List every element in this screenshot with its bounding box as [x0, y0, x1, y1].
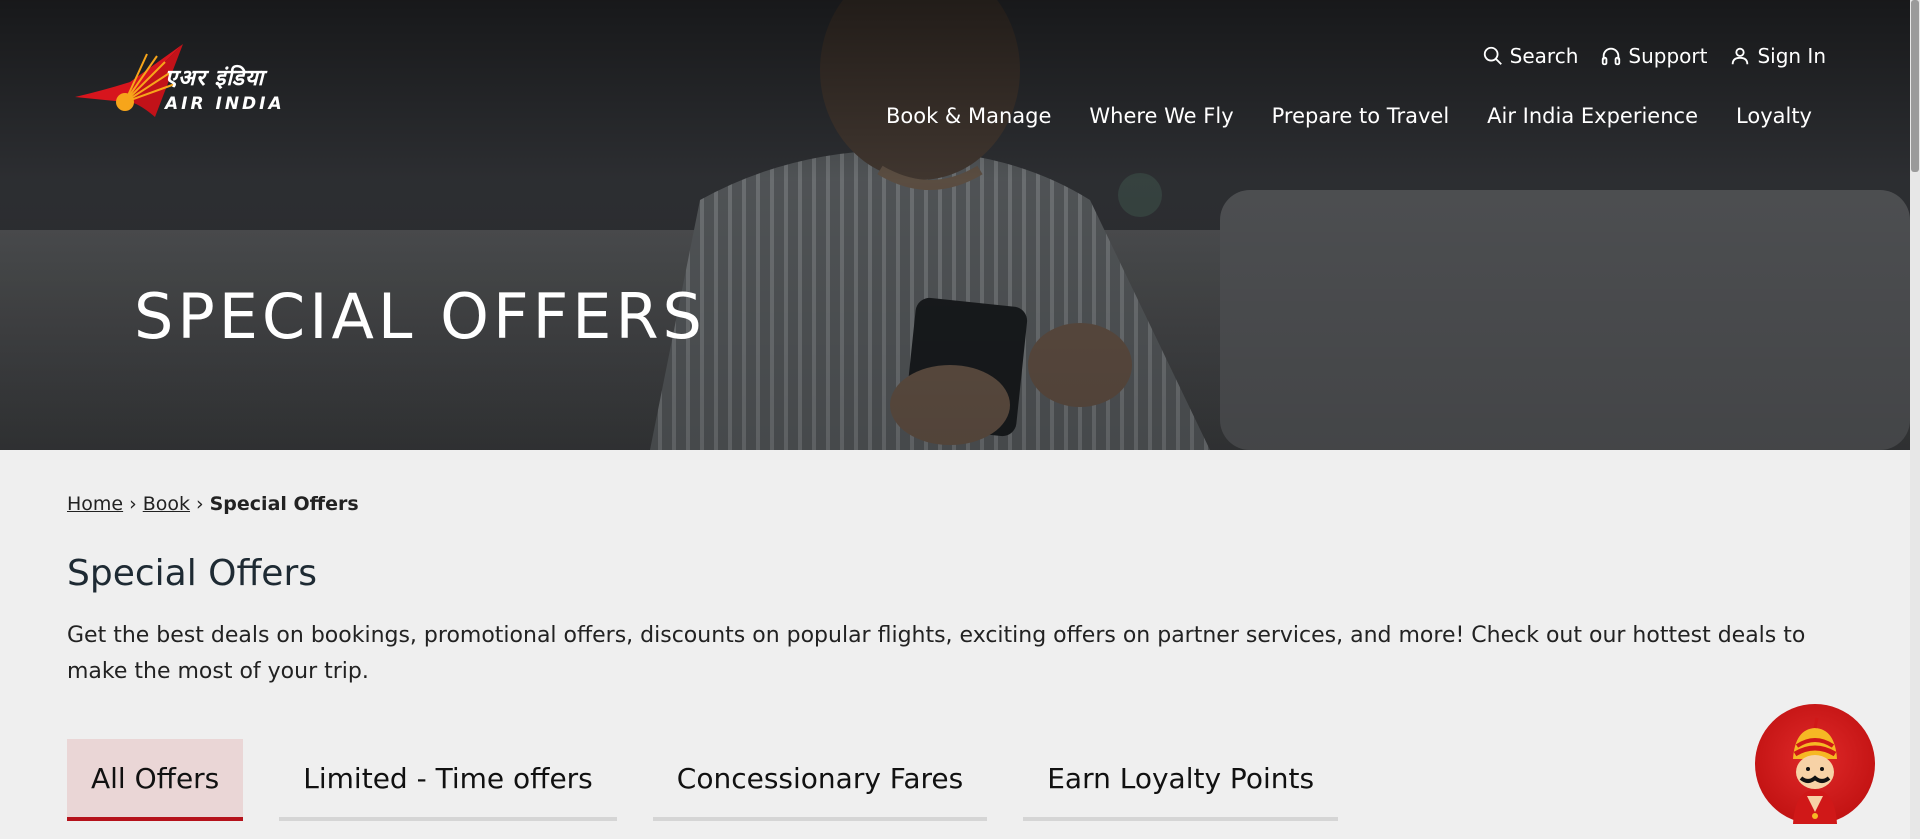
maharaja-mascot-icon: [1793, 717, 1837, 824]
search-label: Search: [1509, 44, 1579, 68]
user-icon: [1732, 47, 1749, 65]
breadcrumb-separator: ›: [129, 493, 137, 515]
utility-nav: Search Support Sign In: [1482, 44, 1826, 68]
breadcrumb-current: Special Offers: [209, 493, 359, 515]
main-content: Home › Book › Special Offers Special Off…: [67, 450, 1867, 821]
breadcrumb-book-link[interactable]: Book: [143, 493, 190, 515]
breadcrumb-home-link[interactable]: Home: [67, 493, 123, 515]
logo-hindi-text: एअर इंडिया: [165, 66, 265, 91]
logo-wordmark: एअर इंडिया AIR INDIA: [165, 62, 285, 114]
main-nav: Book & Manage Where We Fly Prepare to Tr…: [886, 104, 1812, 128]
tab-concessionary-fares[interactable]: Concessionary Fares: [652, 739, 988, 821]
breadcrumb: Home › Book › Special Offers: [67, 493, 1867, 515]
tab-earn-loyalty-points[interactable]: Earn Loyalty Points: [1023, 739, 1339, 821]
scrollbar-thumb[interactable]: [1911, 0, 1919, 172]
hero-banner: एअर इंडिया AIR INDIA Search Support Sign…: [0, 0, 1910, 450]
page-scrollbar[interactable]: [1910, 0, 1920, 839]
sign-in-link[interactable]: Sign In: [1729, 44, 1826, 68]
nav-prepare-to-travel[interactable]: Prepare to Travel: [1272, 104, 1450, 128]
nav-loyalty[interactable]: Loyalty: [1736, 104, 1812, 128]
hero-title: SPECIAL OFFERS: [134, 280, 706, 353]
support-label: Support: [1628, 44, 1708, 68]
search-link[interactable]: Search: [1482, 44, 1579, 68]
logo-english-text: AIR INDIA: [165, 94, 285, 114]
air-india-logo[interactable]: एअर इंडिया AIR INDIA: [75, 42, 337, 122]
sign-in-label: Sign In: [1757, 44, 1826, 68]
support-link[interactable]: Support: [1600, 44, 1707, 68]
page-title: Special Offers: [67, 553, 317, 594]
offer-tabs: All Offers Limited - Time offers Concess…: [67, 739, 1339, 821]
tab-limited-time-offers[interactable]: Limited - Time offers: [279, 739, 617, 821]
nav-book-manage[interactable]: Book & Manage: [886, 104, 1051, 128]
chat-assistant-button[interactable]: [1755, 704, 1875, 824]
tab-all-offers[interactable]: All Offers: [67, 739, 244, 821]
page-description: Get the best deals on bookings, promotio…: [67, 623, 1806, 684]
nav-air-india-experience[interactable]: Air India Experience: [1487, 104, 1698, 128]
headset-icon: [1602, 47, 1621, 66]
nav-where-we-fly[interactable]: Where We Fly: [1089, 104, 1233, 128]
breadcrumb-separator: ›: [196, 493, 204, 515]
search-icon: [1483, 46, 1502, 65]
